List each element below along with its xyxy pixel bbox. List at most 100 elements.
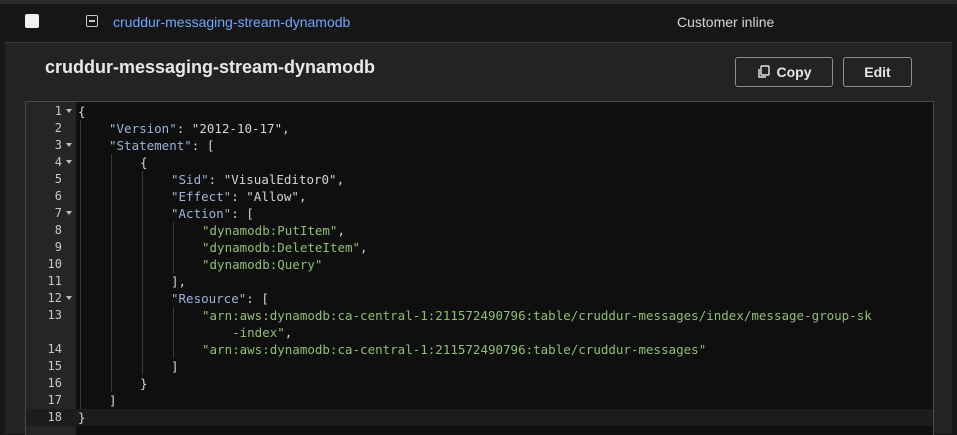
indent-guide	[142, 171, 143, 188]
code-text: ]	[171, 359, 179, 374]
code-text: ],	[171, 274, 187, 289]
indent-guide	[142, 273, 143, 290]
line-number: 10	[47, 257, 62, 271]
indent-guide	[111, 324, 112, 341]
indent-guide	[80, 256, 81, 273]
policy-row: cruddur-messaging-stream-dynamodb Custom…	[5, 4, 952, 43]
code-line: 18}	[26, 409, 933, 426]
indent-guide	[80, 222, 81, 239]
line-number: 13	[47, 308, 62, 322]
indent-guide	[80, 307, 81, 324]
policy-detail-panel: cruddur-messaging-stream-dynamodb Copy E…	[5, 43, 952, 435]
indent-guide	[80, 290, 81, 307]
line-number: 4	[54, 155, 62, 169]
line-number: 9	[54, 240, 62, 254]
code-text: ]	[109, 393, 117, 408]
line-number: 6	[54, 189, 62, 203]
fold-arrow-icon[interactable]	[66, 211, 72, 215]
code-text: -index",	[232, 325, 293, 340]
code-line: 16}	[26, 375, 933, 392]
code-text: "Sid": "VisualEditor0",	[171, 172, 345, 187]
code-line: 6 "Effect": "Allow",	[26, 188, 933, 205]
line-number: 7	[54, 206, 62, 220]
indent-guide	[111, 188, 112, 205]
code-line: -index",	[26, 324, 933, 341]
indent-guide	[111, 358, 112, 375]
code-text: "arn:aws:dynamodb:ca-central-1:211572490…	[202, 342, 707, 357]
fold-arrow-icon[interactable]	[66, 296, 72, 300]
policy-type: Customer inline	[677, 14, 775, 30]
panel-title: cruddur-messaging-stream-dynamodb	[45, 57, 376, 77]
indent-guide	[142, 290, 143, 307]
fold-arrow-icon[interactable]	[66, 109, 72, 113]
line-number: 3	[54, 138, 62, 152]
edit-button[interactable]: Edit	[843, 57, 912, 87]
code-line: 3 "Statement": [	[26, 137, 933, 154]
indent-guide	[80, 137, 81, 154]
code-line: 15]	[26, 358, 933, 375]
code-line: 7 "Action": [	[26, 205, 933, 222]
code-line: 1{	[26, 103, 933, 120]
line-number: 12	[47, 291, 62, 305]
line-number: 2	[54, 121, 62, 135]
code-line: 13 "arn:aws:dynamodb:ca-central-1:2115724…	[26, 307, 933, 324]
indent-guide	[80, 239, 81, 256]
indent-guide	[142, 222, 143, 239]
indent-guide	[142, 324, 143, 341]
indent-guide	[173, 324, 174, 341]
code-text: "dynamodb:PutItem",	[202, 223, 345, 238]
indent-guide	[80, 392, 81, 409]
code-line: 5 "Sid": "VisualEditor0",	[26, 171, 933, 188]
copy-button[interactable]: Copy	[735, 57, 833, 87]
code-text: "Version": "2012-10-17",	[109, 121, 290, 136]
indent-guide	[111, 205, 112, 222]
indent-guide	[80, 358, 81, 375]
policy-name-link[interactable]: cruddur-messaging-stream-dynamodb	[113, 14, 350, 30]
line-number: 11	[47, 274, 62, 288]
indent-guide	[142, 307, 143, 324]
indent-guide	[142, 205, 143, 222]
indent-guide	[173, 341, 174, 358]
indent-guide	[111, 222, 112, 239]
indent-guide	[80, 375, 81, 392]
code-text: "Action": [	[171, 206, 254, 221]
line-number: 17	[47, 393, 62, 407]
indent-guide	[111, 307, 112, 324]
line-number: 15	[47, 359, 62, 373]
indent-guide	[111, 375, 112, 392]
collapse-icon[interactable]	[86, 15, 98, 27]
row-checkbox[interactable]	[25, 14, 39, 28]
code-line: 4{	[26, 154, 933, 171]
indent-guide	[111, 290, 112, 307]
indent-guide	[142, 188, 143, 205]
line-number: 1	[54, 104, 62, 118]
indent-guide	[173, 307, 174, 324]
line-number: 18	[47, 410, 62, 424]
code-text: "Effect": "Allow",	[171, 189, 307, 204]
indent-guide	[111, 239, 112, 256]
code-line: 8 "dynamodb:PutItem",	[26, 222, 933, 239]
code-text: {	[140, 155, 148, 170]
indent-guide	[111, 273, 112, 290]
indent-guide	[80, 205, 81, 222]
code-line: 2 "Version": "2012-10-17",	[26, 120, 933, 137]
indent-guide	[142, 239, 143, 256]
indent-guide	[80, 324, 81, 341]
code-text: "dynamodb:Query"	[202, 257, 323, 272]
line-number: 14	[47, 342, 62, 356]
copy-button-label: Copy	[776, 64, 812, 80]
indent-guide	[173, 256, 174, 273]
fold-arrow-icon[interactable]	[66, 160, 72, 164]
code-text: }	[140, 376, 148, 391]
code-text: }	[78, 410, 86, 425]
code-line: 11],	[26, 273, 933, 290]
indent-guide	[111, 256, 112, 273]
code-line: 9 "dynamodb:DeleteItem",	[26, 239, 933, 256]
fold-arrow-icon[interactable]	[66, 143, 72, 147]
indent-guide	[80, 188, 81, 205]
code-line: 14 "arn:aws:dynamodb:ca-central-1:2115724…	[26, 341, 933, 358]
json-editor[interactable]: 1{2 "Version": "2012-10-17", 3 "Statement":…	[25, 101, 934, 435]
indent-guide	[80, 120, 81, 137]
code-text: {	[78, 104, 86, 119]
indent-guide	[173, 239, 174, 256]
